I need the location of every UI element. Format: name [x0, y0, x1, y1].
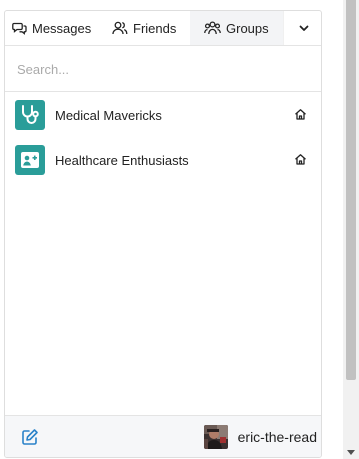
home-icon [295, 109, 306, 120]
group-name: Healthcare Enthusiasts [55, 153, 189, 168]
page-scrollbar[interactable] [343, 0, 359, 459]
tab-groups[interactable]: Groups [190, 11, 283, 45]
scrollbar-thumb[interactable] [346, 0, 356, 380]
user-photo [203, 425, 228, 449]
users-icon [112, 21, 128, 35]
medical-id-icon [21, 152, 39, 168]
search-input[interactable] [15, 46, 309, 92]
tab-groups-label: Groups [226, 20, 269, 36]
group-item[interactable]: Medical Mavericks [5, 93, 321, 138]
tab-messages-label: Messages [32, 20, 92, 36]
group-avatar [15, 100, 45, 130]
tab-friends[interactable]: Friends [98, 11, 190, 45]
more-tabs-dropdown[interactable] [283, 11, 321, 45]
group-name: Medical Mavericks [55, 108, 162, 123]
scroll-down-arrow-icon[interactable] [347, 450, 355, 455]
home-icon [295, 154, 306, 165]
current-user[interactable]: eric-the-read [203, 425, 317, 449]
group-item[interactable]: Healthcare Enthusiasts [5, 138, 321, 183]
chat-widget: Messages Friends Groups Search... Medica… [0, 0, 359, 459]
tab-bar: Messages Friends Groups [5, 11, 321, 46]
edit-icon[interactable] [21, 428, 39, 446]
group-avatar [15, 145, 45, 175]
avatar [203, 425, 228, 449]
chevron-down-icon [299, 25, 308, 31]
group-icon [204, 21, 221, 35]
stethoscope-icon [22, 105, 39, 124]
panel-footer: eric-the-read [5, 415, 321, 457]
search-bar [5, 46, 321, 92]
tab-friends-label: Friends [133, 20, 177, 36]
username: eric-the-read [237, 429, 317, 445]
tab-messages[interactable]: Messages [5, 11, 98, 45]
chat-panel: Messages Friends Groups Search... Medica… [4, 10, 322, 458]
chat-bubbles-icon [12, 22, 27, 35]
group-list: Medical Mavericks Healthcare Enthusiasts [5, 93, 321, 183]
